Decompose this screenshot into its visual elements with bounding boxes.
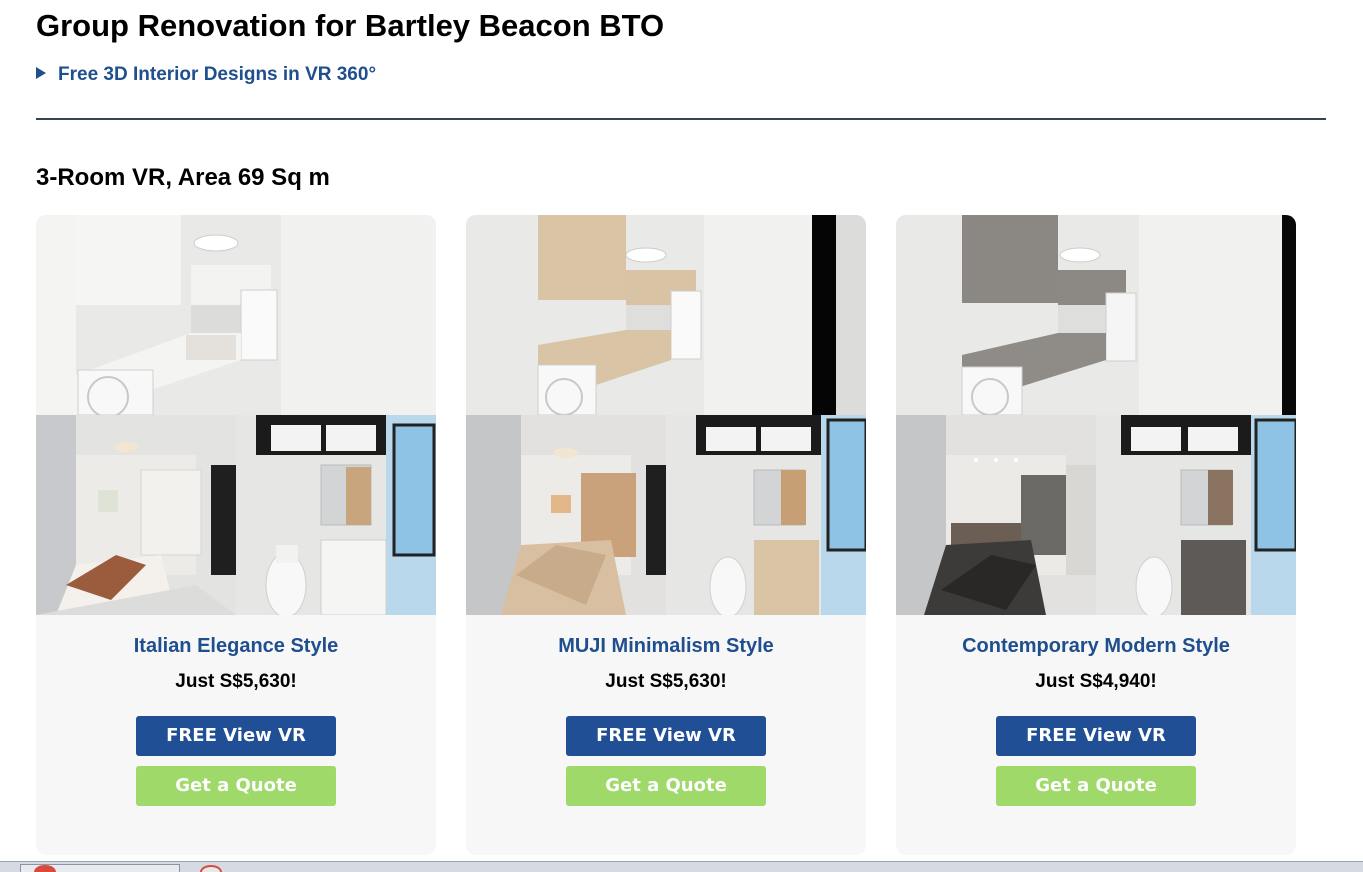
style-name[interactable]: Contemporary Modern Style [896, 635, 1296, 658]
page: Group Renovation for Bartley Beacon BTO … [0, 0, 1363, 872]
section-heading: 3-Room VR, Area 69 Sq m [36, 164, 330, 191]
style-card: MUJI Minimalism Style Just S$5,630! FREE… [466, 215, 866, 855]
page-title: Group Renovation for Bartley Beacon BTO [36, 8, 665, 43]
style-name[interactable]: Italian Elegance Style [36, 635, 436, 658]
get-quote-button[interactable]: Get a Quote [566, 766, 766, 806]
bedroom-render-image[interactable] [36, 415, 236, 615]
view-vr-button[interactable]: FREE View VR [566, 716, 766, 756]
divider [36, 118, 1326, 120]
render-gallery [466, 215, 866, 615]
render-gallery [896, 215, 1296, 615]
bathroom-render-image[interactable] [1096, 415, 1296, 615]
browser-icon[interactable] [34, 865, 56, 872]
taskbar [0, 861, 1363, 872]
bathroom-render-image[interactable] [236, 415, 436, 615]
view-vr-button[interactable]: FREE View VR [996, 716, 1196, 756]
get-quote-button[interactable]: Get a Quote [136, 766, 336, 806]
kitchen-render-image[interactable] [466, 215, 866, 415]
style-card: Contemporary Modern Style Just S$4,940! … [896, 215, 1296, 855]
style-name[interactable]: MUJI Minimalism Style [466, 635, 866, 658]
price-label: Just S$5,630! [175, 671, 297, 692]
bathroom-render-image[interactable] [666, 415, 866, 615]
details-toggle[interactable]: Free 3D Interior Designs in VR 360° [36, 64, 376, 86]
bedroom-render-image[interactable] [466, 415, 666, 615]
kitchen-render-image[interactable] [36, 215, 436, 415]
kitchen-render-image[interactable] [896, 215, 1296, 415]
price-label: Just S$4,940! [1035, 671, 1157, 692]
view-vr-button[interactable]: FREE View VR [136, 716, 336, 756]
app-icon[interactable] [200, 865, 222, 872]
style-cards: Italian Elegance Style Just S$5,630! FRE… [36, 215, 1296, 855]
get-quote-button[interactable]: Get a Quote [996, 766, 1196, 806]
bedroom-render-image[interactable] [896, 415, 1096, 615]
details-summary-label: Free 3D Interior Designs in VR 360° [58, 64, 377, 85]
render-gallery [36, 215, 436, 615]
style-card: Italian Elegance Style Just S$5,630! FRE… [36, 215, 436, 855]
disclosure-triangle-icon [36, 67, 46, 79]
price-label: Just S$5,630! [605, 671, 727, 692]
